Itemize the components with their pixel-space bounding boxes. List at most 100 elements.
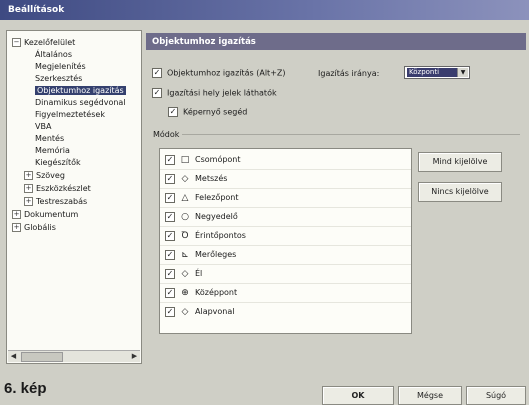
help-button[interactable]: Súgó: [466, 386, 526, 405]
mode-row-metszes[interactable]: ✓ ◇ Metszés: [165, 170, 227, 187]
tree-item-label: Szöveg: [36, 171, 65, 180]
expand-icon[interactable]: +: [12, 223, 21, 232]
mode-checkbox[interactable]: ✓: [165, 268, 175, 279]
snap-reach-value: Központi: [407, 68, 457, 77]
triangle-icon: △: [181, 193, 189, 203]
square-icon: □: [180, 155, 190, 165]
tree-item-szoveg[interactable]: + Szöveg: [24, 171, 65, 181]
window-title: Beállítások: [8, 5, 65, 15]
tree-item-dinamikus-segedvonal[interactable]: Dinamikus segédvonal: [35, 98, 126, 108]
tree-item-label: Globális: [24, 223, 56, 232]
mode-row-merooleges[interactable]: ✓ ⊾ Merőleges: [165, 246, 236, 263]
snap-reach-label: Igazítás iránya:: [318, 69, 380, 78]
mode-row-el[interactable]: ✓ ◇ Él: [165, 265, 202, 282]
tree-item-testreszabas[interactable]: + Testreszabás: [24, 197, 87, 207]
mode-checkbox[interactable]: ✓: [165, 154, 175, 165]
snap-visible-row[interactable]: ✓ Igazítási hely jelek láthatók: [152, 88, 277, 98]
select-all-button[interactable]: Mind kijelölve: [418, 152, 502, 172]
diamond-icon: ◇: [181, 174, 189, 184]
tree-item-label: Eszközkészlet: [36, 184, 91, 193]
tree-item-kiegeszitok[interactable]: Kiegészítők: [35, 158, 81, 168]
modes-group-divider: [182, 134, 520, 135]
mode-row-alapvonal[interactable]: ✓ ◇ Alapvonal: [165, 303, 235, 320]
tree-item-label: VBA: [35, 122, 52, 131]
circle-icon: ○: [181, 212, 189, 222]
mode-label: Alapvonal: [195, 307, 235, 316]
window-titlebar: Beállítások: [0, 0, 529, 20]
mode-label: Merőleges: [195, 250, 237, 259]
snap-modes-list[interactable]: ✓ □ Csomópont ✓ ◇ Metszés ✓ △ Felezőpont ✓ ○ Neg…: [159, 148, 412, 334]
scrollbar-thumb[interactable]: [21, 352, 63, 362]
tree-item-mentes[interactable]: Mentés: [35, 134, 64, 144]
mode-label: Negyedelő: [195, 212, 238, 221]
mode-row-kozeppont[interactable]: ✓ ⊕ Középpont: [165, 284, 237, 301]
mode-label: Él: [195, 269, 203, 278]
mode-row-felezopont[interactable]: ✓ △ Felezőpont: [165, 189, 239, 206]
mode-checkbox[interactable]: ✓: [165, 211, 175, 222]
edge-icon: ◇: [181, 269, 189, 279]
tree-item-label: Kiegészítők: [35, 158, 81, 167]
expand-icon[interactable]: +: [12, 210, 21, 219]
expand-icon[interactable]: +: [24, 197, 33, 206]
magnet-checkbox[interactable]: ✓: [168, 107, 178, 117]
tree-item-kezelofelulet[interactable]: − Kezelőfelület: [12, 38, 75, 48]
snap-toggle-checkbox[interactable]: ✓: [152, 68, 162, 78]
scroll-left-icon[interactable]: ◀: [8, 351, 19, 362]
mode-checkbox[interactable]: ✓: [165, 192, 175, 203]
tree-item-label: Objektumhoz igazítás: [35, 86, 126, 95]
expand-icon[interactable]: +: [24, 184, 33, 193]
tree-item-label: Szerkesztés: [35, 74, 83, 83]
tree-item-globalis[interactable]: + Globális: [12, 223, 56, 233]
snap-toggle-row[interactable]: ✓ Objektumhoz igazítás (Alt+Z): [152, 68, 286, 78]
tree-item-label: Kezelőfelület: [24, 38, 76, 47]
mode-label: Csomópont: [195, 155, 241, 164]
figure-caption: 6. kép: [4, 380, 47, 397]
magnet-row[interactable]: ✓ Képernyő segéd: [168, 107, 247, 117]
mode-label: Érintőpontos: [195, 231, 246, 240]
center-icon: ⊕: [181, 288, 189, 298]
ok-button[interactable]: OK: [322, 386, 394, 405]
tree-item-memoria[interactable]: Memória: [35, 146, 70, 156]
tree-item-figyelmeztetesek[interactable]: Figyelmeztetések: [35, 110, 105, 120]
perpendicular-icon: ⊾: [181, 250, 189, 260]
mode-row-negyedelo[interactable]: ✓ ○ Negyedelő: [165, 208, 238, 225]
mode-row-csomopont[interactable]: ✓ □ Csomópont: [165, 151, 241, 168]
settings-page-title: Objektumhoz igazítás: [146, 33, 526, 50]
mode-checkbox[interactable]: ✓: [165, 249, 175, 260]
tree-item-megjelenites[interactable]: Megjelenítés: [35, 62, 86, 72]
tree-item-label: Általános: [35, 50, 72, 59]
mode-label: Középpont: [195, 288, 238, 297]
mode-checkbox[interactable]: ✓: [165, 287, 175, 298]
chevron-down-icon[interactable]: ▼: [457, 68, 468, 77]
tree-item-label: Megjelenítés: [35, 62, 86, 71]
tree-item-altalanos[interactable]: Általános: [35, 50, 72, 60]
tree-item-label: Mentés: [35, 134, 65, 143]
tree-item-eszkozkeszlet[interactable]: + Eszközkészlet: [24, 184, 91, 194]
magnet-label: Képernyő segéd: [183, 107, 248, 117]
tree-item-szerkesztes[interactable]: Szerkesztés: [35, 74, 82, 84]
collapse-icon[interactable]: −: [12, 38, 21, 47]
mode-checkbox[interactable]: ✓: [165, 173, 175, 184]
baseline-icon: ◇: [181, 307, 189, 317]
mode-row-erintopontos[interactable]: ✓ Ꝺ Érintőpontos: [165, 227, 246, 244]
tree-horizontal-scrollbar[interactable]: ◀ ▶: [8, 350, 140, 362]
tree-item-objektumhoz-igazitas[interactable]: Objektumhoz igazítás: [35, 86, 126, 96]
tangent-icon: Ꝺ: [181, 231, 189, 241]
tree-item-label: Memória: [35, 146, 70, 155]
snap-reach-select[interactable]: Központi ▼: [404, 66, 470, 79]
mode-label: Felezőpont: [195, 193, 239, 202]
snap-toggle-label: Objektumhoz igazítás (Alt+Z): [167, 68, 286, 78]
snap-visible-checkbox[interactable]: ✓: [152, 88, 162, 98]
tree-item-label: Figyelmeztetések: [35, 110, 105, 119]
tree-item-dokumentum[interactable]: + Dokumentum: [12, 210, 78, 220]
tree-item-vba[interactable]: VBA: [35, 122, 51, 132]
mode-checkbox[interactable]: ✓: [165, 230, 175, 241]
modes-group-label: Módok: [153, 130, 180, 139]
deselect-all-button[interactable]: Nincs kijelölve: [418, 182, 502, 202]
options-tree[interactable]: − Kezelőfelület Általános Megjelenítés Sz…: [6, 30, 142, 364]
scroll-right-icon[interactable]: ▶: [129, 351, 140, 362]
tree-item-label: Dinamikus segédvonal: [35, 98, 126, 107]
expand-icon[interactable]: +: [24, 171, 33, 180]
mode-checkbox[interactable]: ✓: [165, 306, 175, 317]
cancel-button[interactable]: Mégse: [398, 386, 462, 405]
